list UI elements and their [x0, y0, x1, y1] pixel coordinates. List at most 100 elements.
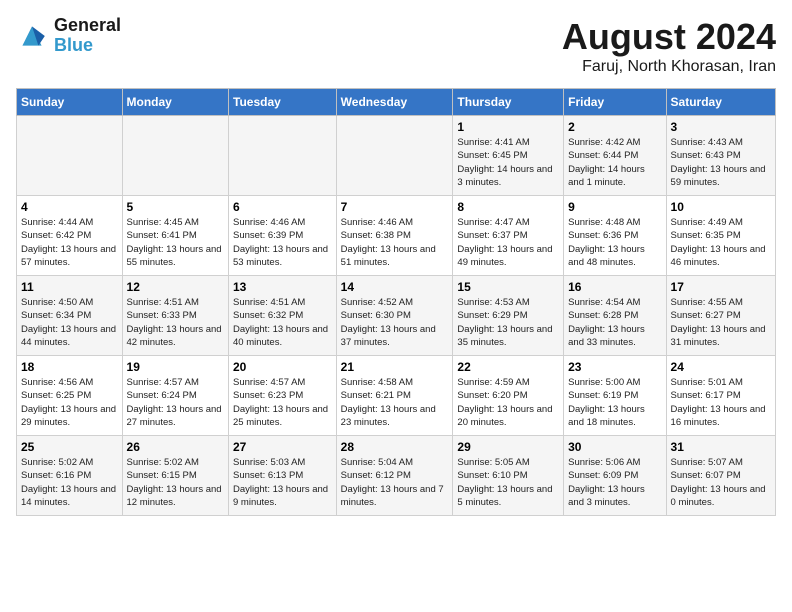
day-info: Sunrise: 4:46 AMSunset: 6:38 PMDaylight:…: [341, 216, 449, 269]
day-number: 10: [671, 200, 771, 214]
day-info: Sunrise: 4:46 AMSunset: 6:39 PMDaylight:…: [233, 216, 332, 269]
day-info: Sunrise: 4:48 AMSunset: 6:36 PMDaylight:…: [568, 216, 661, 269]
day-info: Sunrise: 5:03 AMSunset: 6:13 PMDaylight:…: [233, 456, 332, 509]
calendar-cell: 30 Sunrise: 5:06 AMSunset: 6:09 PMDayligh…: [564, 436, 666, 516]
day-number: 19: [127, 360, 224, 374]
day-info: Sunrise: 4:52 AMSunset: 6:30 PMDaylight:…: [341, 296, 449, 349]
calendar-cell: 2 Sunrise: 4:42 AMSunset: 6:44 PMDaylight…: [564, 116, 666, 196]
day-number: 28: [341, 440, 449, 454]
calendar-cell: 16 Sunrise: 4:54 AMSunset: 6:28 PMDayligh…: [564, 276, 666, 356]
day-number: 25: [21, 440, 118, 454]
calendar-cell: 17 Sunrise: 4:55 AMSunset: 6:27 PMDayligh…: [666, 276, 775, 356]
logo-icon: [16, 20, 48, 52]
calendar-cell: 14 Sunrise: 4:52 AMSunset: 6:30 PMDayligh…: [336, 276, 453, 356]
day-number: 8: [457, 200, 559, 214]
logo: GeneralBlue: [16, 16, 121, 56]
calendar-cell: 8 Sunrise: 4:47 AMSunset: 6:37 PMDaylight…: [453, 196, 564, 276]
day-number: 5: [127, 200, 224, 214]
title-area: August 2024 Faruj, North Khorasan, Iran: [562, 16, 776, 76]
header-wednesday: Wednesday: [336, 89, 453, 116]
day-number: 13: [233, 280, 332, 294]
day-info: Sunrise: 4:55 AMSunset: 6:27 PMDaylight:…: [671, 296, 771, 349]
day-info: Sunrise: 4:50 AMSunset: 6:34 PMDaylight:…: [21, 296, 118, 349]
day-number: 14: [341, 280, 449, 294]
week-row-1: 1Sunrise: 4:41 AMSunset: 6:45 PMDaylight…: [17, 116, 776, 196]
day-info: Sunrise: 4:51 AMSunset: 6:32 PMDaylight:…: [233, 296, 332, 349]
calendar-cell: 20 Sunrise: 4:57 AMSunset: 6:23 PMDayligh…: [229, 356, 337, 436]
page-subtitle: Faruj, North Khorasan, Iran: [562, 58, 776, 76]
day-number: 12: [127, 280, 224, 294]
calendar-cell: 12 Sunrise: 4:51 AMSunset: 6:33 PMDayligh…: [122, 276, 228, 356]
header-saturday: Saturday: [666, 89, 775, 116]
calendar-table: SundayMondayTuesdayWednesdayThursdayFrid…: [16, 88, 776, 516]
day-info: Sunrise: 5:02 AMSunset: 6:16 PMDaylight:…: [21, 456, 118, 509]
calendar-cell: 1Sunrise: 4:41 AMSunset: 6:45 PMDaylight…: [453, 116, 564, 196]
day-info: Sunrise: 5:04 AMSunset: 6:12 PMDaylight:…: [341, 456, 449, 509]
calendar-cell: 10 Sunrise: 4:49 AMSunset: 6:35 PMDayligh…: [666, 196, 775, 276]
calendar-cell: 28 Sunrise: 5:04 AMSunset: 6:12 PMDayligh…: [336, 436, 453, 516]
day-info: Sunrise: 4:57 AMSunset: 6:23 PMDaylight:…: [233, 376, 332, 429]
day-info: Sunrise: 4:42 AMSunset: 6:44 PMDaylight:…: [568, 136, 661, 189]
calendar-cell: 11 Sunrise: 4:50 AMSunset: 6:34 PMDayligh…: [17, 276, 123, 356]
day-info: Sunrise: 4:51 AMSunset: 6:33 PMDaylight:…: [127, 296, 224, 349]
day-info: Sunrise: 4:47 AMSunset: 6:37 PMDaylight:…: [457, 216, 559, 269]
day-number: 16: [568, 280, 661, 294]
day-number: 30: [568, 440, 661, 454]
page-title: August 2024: [562, 16, 776, 58]
calendar-cell: 23 Sunrise: 5:00 AMSunset: 6:19 PMDayligh…: [564, 356, 666, 436]
header: GeneralBlue August 2024 Faruj, North Kho…: [16, 16, 776, 76]
day-info: Sunrise: 4:45 AMSunset: 6:41 PMDaylight:…: [127, 216, 224, 269]
calendar-cell: 4 Sunrise: 4:44 AMSunset: 6:42 PMDaylight…: [17, 196, 123, 276]
day-number: 17: [671, 280, 771, 294]
calendar-cell: 19 Sunrise: 4:57 AMSunset: 6:24 PMDayligh…: [122, 356, 228, 436]
day-info: Sunrise: 5:06 AMSunset: 6:09 PMDaylight:…: [568, 456, 661, 509]
day-info: Sunrise: 4:44 AMSunset: 6:42 PMDaylight:…: [21, 216, 118, 269]
day-number: 6: [233, 200, 332, 214]
calendar-cell: 15Sunrise: 4:53 AMSunset: 6:29 PMDayligh…: [453, 276, 564, 356]
day-number: 20: [233, 360, 332, 374]
day-info: Sunrise: 4:57 AMSunset: 6:24 PMDaylight:…: [127, 376, 224, 429]
day-number: 31: [671, 440, 771, 454]
calendar-cell: 18Sunrise: 4:56 AMSunset: 6:25 PMDayligh…: [17, 356, 123, 436]
header-sunday: Sunday: [17, 89, 123, 116]
calendar-cell: 27 Sunrise: 5:03 AMSunset: 6:13 PMDayligh…: [229, 436, 337, 516]
day-info: Sunrise: 4:58 AMSunset: 6:21 PMDaylight:…: [341, 376, 449, 429]
week-row-2: 4 Sunrise: 4:44 AMSunset: 6:42 PMDaylight…: [17, 196, 776, 276]
week-row-5: 25 Sunrise: 5:02 AMSunset: 6:16 PMDayligh…: [17, 436, 776, 516]
calendar-cell: 3Sunrise: 4:43 AMSunset: 6:43 PMDaylight…: [666, 116, 775, 196]
calendar-cell: 5 Sunrise: 4:45 AMSunset: 6:41 PMDaylight…: [122, 196, 228, 276]
day-info: Sunrise: 4:54 AMSunset: 6:28 PMDaylight:…: [568, 296, 661, 349]
header-friday: Friday: [564, 89, 666, 116]
day-info: Sunrise: 4:49 AMSunset: 6:35 PMDaylight:…: [671, 216, 771, 269]
day-number: 23: [568, 360, 661, 374]
day-number: 4: [21, 200, 118, 214]
calendar-cell: 21 Sunrise: 4:58 AMSunset: 6:21 PMDayligh…: [336, 356, 453, 436]
calendar-cell: 22Sunrise: 4:59 AMSunset: 6:20 PMDayligh…: [453, 356, 564, 436]
calendar-cell: 25 Sunrise: 5:02 AMSunset: 6:16 PMDayligh…: [17, 436, 123, 516]
calendar-cell: 31 Sunrise: 5:07 AMSunset: 6:07 PMDayligh…: [666, 436, 775, 516]
day-number: 27: [233, 440, 332, 454]
calendar-cell: [17, 116, 123, 196]
day-info: Sunrise: 5:00 AMSunset: 6:19 PMDaylight:…: [568, 376, 661, 429]
day-info: Sunrise: 4:43 AMSunset: 6:43 PMDaylight:…: [671, 136, 771, 189]
header-monday: Monday: [122, 89, 228, 116]
day-number: 9: [568, 200, 661, 214]
day-info: Sunrise: 4:41 AMSunset: 6:45 PMDaylight:…: [457, 136, 559, 189]
calendar-cell: [229, 116, 337, 196]
day-number: 2: [568, 120, 661, 134]
logo-text: GeneralBlue: [54, 16, 121, 56]
day-info: Sunrise: 5:02 AMSunset: 6:15 PMDaylight:…: [127, 456, 224, 509]
week-row-4: 18Sunrise: 4:56 AMSunset: 6:25 PMDayligh…: [17, 356, 776, 436]
day-info: Sunrise: 5:07 AMSunset: 6:07 PMDaylight:…: [671, 456, 771, 509]
day-number: 24: [671, 360, 771, 374]
header-tuesday: Tuesday: [229, 89, 337, 116]
day-number: 11: [21, 280, 118, 294]
day-info: Sunrise: 4:59 AMSunset: 6:20 PMDaylight:…: [457, 376, 559, 429]
calendar-cell: [122, 116, 228, 196]
calendar-cell: [336, 116, 453, 196]
day-number: 21: [341, 360, 449, 374]
week-row-3: 11 Sunrise: 4:50 AMSunset: 6:34 PMDayligh…: [17, 276, 776, 356]
day-number: 29: [457, 440, 559, 454]
day-info: Sunrise: 4:53 AMSunset: 6:29 PMDaylight:…: [457, 296, 559, 349]
day-info: Sunrise: 5:01 AMSunset: 6:17 PMDaylight:…: [671, 376, 771, 429]
